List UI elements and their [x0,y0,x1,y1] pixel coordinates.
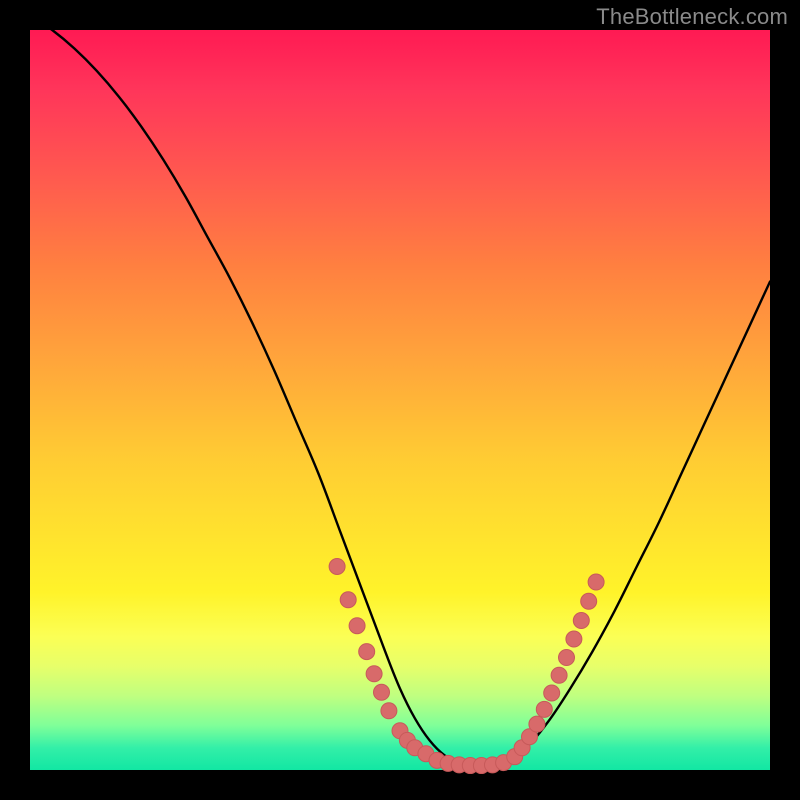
data-marker [588,574,604,590]
data-marker [329,559,345,575]
bottleneck-curve [30,15,770,767]
chart-stage: TheBottleneck.com [0,0,800,800]
data-marker [381,703,397,719]
data-marker [559,650,575,666]
chart-svg [30,30,770,770]
data-marker [544,685,560,701]
data-marker [366,666,382,682]
data-marker [551,667,567,683]
curve-layer [30,15,770,767]
data-marker [536,701,552,717]
data-marker [566,631,582,647]
data-marker [349,618,365,634]
data-marker [359,644,375,660]
watermark-text: TheBottleneck.com [596,4,788,30]
plot-area [30,30,770,770]
data-marker [581,593,597,609]
data-marker [340,592,356,608]
data-marker [374,684,390,700]
marker-layer [329,559,604,774]
data-marker [573,613,589,629]
data-marker [529,716,545,732]
